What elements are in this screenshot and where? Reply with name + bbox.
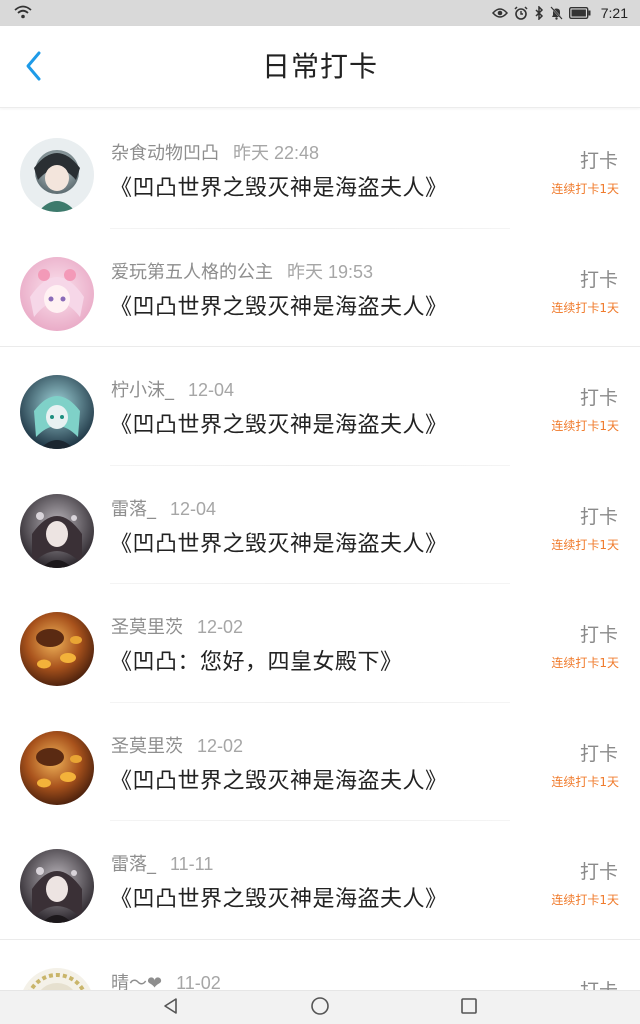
- username[interactable]: 柠小沫_: [111, 380, 174, 401]
- avatar[interactable]: [20, 138, 94, 212]
- timestamp: 12-02: [197, 617, 244, 637]
- checkin-meta: 雷落_ 12-04: [111, 495, 216, 521]
- streak-label: 连续打卡1天: [551, 537, 619, 552]
- checkin-button[interactable]: 打卡: [580, 620, 618, 647]
- wifi-icon: [14, 4, 32, 23]
- list-item[interactable]: 爱玩第五人格的公主 昨天 19:53 《凹凸世界之毁灭神是海盗夫人》 打卡 连续打…: [0, 229, 640, 347]
- username[interactable]: 晴～❤: [111, 973, 162, 991]
- book-title[interactable]: 《凹凸世界之毁灭神是海盗夫人》: [110, 763, 448, 795]
- checkin-button[interactable]: 打卡: [580, 976, 618, 991]
- avatar[interactable]: [20, 256, 94, 331]
- system-nav-bar: [0, 990, 640, 1024]
- eye-icon: [491, 7, 508, 19]
- checkin-button[interactable]: 打卡: [580, 265, 618, 292]
- list-item[interactable]: 雷落_ 12-04 《凹凸世界之毁灭神是海盗夫人》 打卡 连续打卡1天: [0, 466, 640, 584]
- checkin-meta: 雷落_ 11-11: [111, 850, 213, 876]
- checkin-meta: 柠小沫_ 12-04: [111, 376, 234, 402]
- triangle-back-icon: [162, 997, 180, 1019]
- username[interactable]: 爱玩第五人格的公主: [111, 262, 273, 283]
- list-item[interactable]: 圣莫里茨 12-02 《凹凸：您好，四皇女殿下》 打卡 连续打卡1天: [0, 584, 640, 703]
- book-title[interactable]: 《凹凸世界之毁灭神是海盗夫人》: [110, 407, 448, 439]
- list-item[interactable]: 圣莫里茨 12-02 《凹凸世界之毁灭神是海盗夫人》 打卡 连续打卡1天: [0, 703, 640, 821]
- battery-icon: [568, 7, 591, 19]
- book-title[interactable]: 《凹凸世界之毁灭神是海盗夫人》: [110, 289, 448, 321]
- streak-label: 连续打卡1天: [551, 419, 619, 433]
- timestamp: 12-04: [188, 380, 235, 400]
- username[interactable]: 雷落_: [111, 499, 156, 520]
- streak-label: 连续打卡1天: [551, 656, 619, 670]
- circle-home-icon: [310, 996, 330, 1020]
- system-home-button[interactable]: [309, 997, 331, 1019]
- checkin-button[interactable]: 打卡: [580, 383, 618, 410]
- book-title[interactable]: 《凹凸世界之毁灭神是海盗夫人》: [110, 526, 448, 558]
- timestamp: 昨天 22:48: [233, 143, 320, 163]
- timestamp: 12-04: [170, 498, 217, 519]
- checkin-meta: 杂食动物凹凸 昨天 22:48: [111, 139, 319, 165]
- username[interactable]: 杂食动物凹凸: [111, 143, 219, 164]
- avatar[interactable]: [20, 849, 94, 923]
- username[interactable]: 雷落_: [111, 854, 156, 875]
- list-item[interactable]: 杂食动物凹凸 昨天 22:48 《凹凸世界之毁灭神是海盗夫人》 打卡 连续打卡1天: [0, 110, 640, 229]
- checkin-meta: 圣莫里茨 12-02: [111, 613, 243, 639]
- avatar[interactable]: [20, 730, 94, 805]
- checkin-button[interactable]: 打卡: [580, 502, 618, 529]
- checkin-meta: 圣莫里茨 12-02: [111, 732, 243, 758]
- timestamp: 11-11: [170, 854, 214, 874]
- bluetooth-icon: [534, 6, 544, 20]
- checkin-button[interactable]: 打卡: [580, 739, 618, 766]
- square-recent-icon: [460, 997, 478, 1019]
- mute-bell-icon: [550, 6, 563, 20]
- status-time: 7:21: [600, 5, 628, 21]
- timestamp: 昨天 19:53: [287, 261, 374, 282]
- avatar[interactable]: [20, 967, 94, 990]
- alarm-icon: [514, 6, 528, 20]
- page-title: 日常打卡: [261, 50, 378, 83]
- book-title[interactable]: 《凹凸：您好，四皇女殿下》: [110, 644, 403, 676]
- avatar[interactable]: [20, 493, 94, 568]
- streak-label: 连续打卡1天: [551, 182, 619, 196]
- username[interactable]: 圣莫里茨: [111, 617, 183, 638]
- avatar[interactable]: [20, 612, 94, 686]
- checkin-meta: 晴～❤ 11-02: [111, 969, 221, 991]
- header-bar: 日常打卡: [0, 26, 640, 108]
- checkin-meta: 爱玩第五人格的公主 昨天 19:53: [111, 258, 373, 284]
- streak-label: 连续打卡1天: [551, 893, 619, 907]
- status-icons: 7:21: [491, 5, 628, 21]
- book-title[interactable]: 《凹凸世界之毁灭神是海盗夫人》: [110, 170, 448, 202]
- checkin-list[interactable]: 杂食动物凹凸 昨天 22:48 《凹凸世界之毁灭神是海盗夫人》 打卡 连续打卡1天…: [0, 110, 640, 990]
- checkin-button[interactable]: 打卡: [580, 857, 618, 884]
- system-recent-button[interactable]: [458, 997, 480, 1019]
- list-item[interactable]: 柠小沫_ 12-04 《凹凸世界之毁灭神是海盗夫人》 打卡 连续打卡1天: [0, 347, 640, 466]
- streak-label: 连续打卡1天: [551, 300, 619, 315]
- status-bar: 7:21: [0, 0, 640, 26]
- book-title[interactable]: 《凹凸世界之毁灭神是海盗夫人》: [110, 881, 448, 913]
- checkin-button[interactable]: 打卡: [580, 146, 618, 173]
- timestamp: 11-02: [176, 972, 221, 991]
- list-item[interactable]: 雷落_ 11-11 《凹凸世界之毁灭神是海盗夫人》 打卡 连续打卡1天: [0, 821, 640, 940]
- username[interactable]: 圣莫里茨: [111, 736, 183, 757]
- system-back-button[interactable]: [160, 997, 182, 1019]
- avatar[interactable]: [20, 375, 94, 449]
- timestamp: 12-02: [197, 735, 244, 756]
- list-item[interactable]: 晴～❤ 11-02 打卡: [0, 940, 640, 991]
- streak-label: 连续打卡1天: [551, 774, 619, 789]
